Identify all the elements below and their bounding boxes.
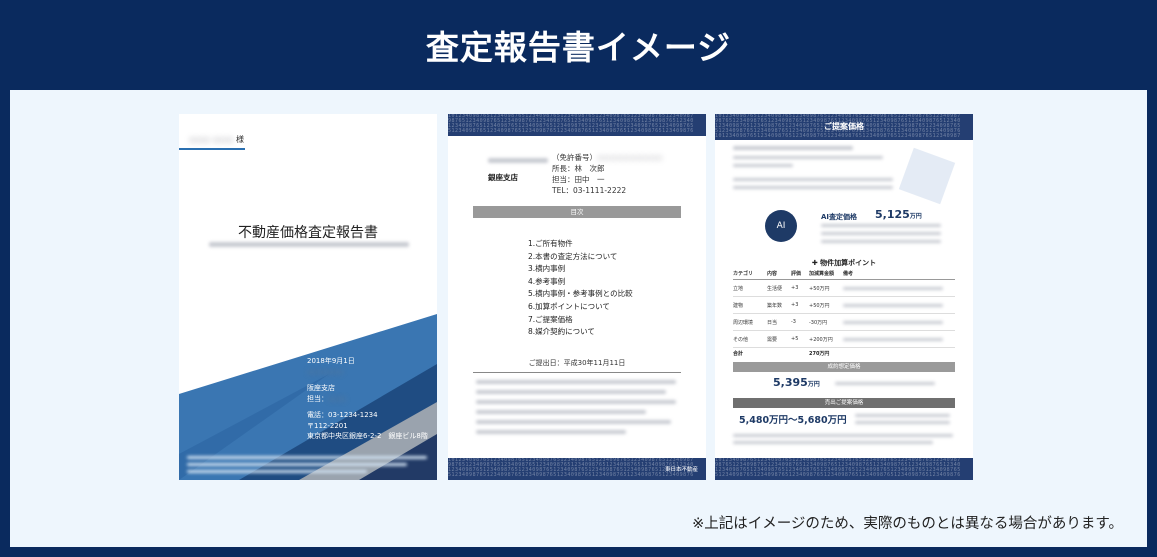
blurred-text	[476, 380, 676, 384]
toc-item: 2.本書の査定方法について	[528, 251, 618, 261]
blurred-text	[821, 240, 941, 243]
toc-license: （免許番号）○○○○○○○○○○	[552, 153, 663, 162]
blurred-text	[843, 303, 943, 307]
toc-item: 1.ご所有物件	[528, 239, 573, 248]
toc-submit-date: ご提出日：平成30年11月11日	[528, 359, 626, 367]
cover-branch: 阪座支店	[307, 384, 335, 392]
table-cell: 周辺環境	[733, 319, 754, 326]
blurred-text	[821, 232, 941, 235]
blurred-subtitle	[209, 242, 409, 247]
cover-date: 2018年9月1日	[307, 357, 355, 365]
add-points-table: 立地 生活便 +3 +50万円 建物 築年数 +3 +50万円 周辺環境 日当 -3 -30万円 その他…	[733, 280, 955, 348]
blurred-company	[488, 158, 548, 163]
blurred-text	[733, 186, 893, 189]
blurred-name: ○○○○○○	[307, 367, 344, 376]
blurred-text	[733, 156, 883, 159]
table-cell: +3	[791, 285, 799, 291]
table-cell: 需要	[767, 336, 778, 343]
blurred-footnote	[187, 463, 407, 466]
cover-address: 東京都中央区銀座6-2-2 銀座ビル8階	[307, 432, 428, 440]
table-row: その他 需要 +5 +200万円	[733, 331, 955, 348]
blurred-text	[733, 434, 953, 437]
toc-tel: TEL：03-1111-2222	[552, 186, 627, 195]
table-row: 建物 築年数 +3 +50万円	[733, 297, 955, 314]
table-row: 立地 生活便 +3 +50万円	[733, 280, 955, 297]
footer-strip: 1012340987651234098765123409876512340987…	[715, 458, 973, 480]
toc-staff: 担当：田中 一	[552, 175, 605, 184]
table-cell: +50万円	[809, 302, 830, 309]
proposal-heading: ご提案価格	[824, 122, 864, 131]
contract-price: 5,395万円	[773, 376, 820, 389]
cover-tel: 電話：03-1234-1234	[307, 411, 378, 419]
blurred-text	[855, 421, 950, 424]
add-points-title: ✚ 物件加算ポイント	[811, 259, 877, 267]
blurred-text	[821, 224, 941, 227]
table-cell: +5	[791, 336, 799, 342]
blurred-text	[843, 320, 943, 324]
table-cell: +3	[791, 302, 799, 308]
contract-label: 成約想定価格	[733, 362, 955, 372]
blurred-text	[733, 178, 893, 181]
offer-price: 5,480万円〜5,680万円	[739, 415, 847, 426]
toc-list: 1.ご所有物件 2.本書の査定方法について 3.横内事例 4.参考事例 5.横内事例・参…	[528, 238, 633, 339]
toc-footer: 東日本不動産	[664, 467, 698, 473]
divider	[473, 372, 681, 373]
blurred-text	[476, 410, 646, 414]
table-header: カテゴリ 内容 評価 加減算金額 備考	[733, 270, 955, 280]
content-panel: ○○○ ○○○ 様 不動産価格査定報告書 2018年9月1日 ○○○○○○ 阪座…	[10, 90, 1147, 547]
blurred-footnote	[187, 470, 367, 473]
blurred-text	[843, 286, 943, 290]
blurred-text	[733, 164, 793, 167]
proposal-page: 1012340987651234098765123409876512340987…	[715, 114, 973, 480]
blurred-text	[476, 430, 626, 434]
blurred-text	[835, 382, 935, 385]
toc-branch: 銀座支店	[488, 173, 518, 182]
table-row: 周辺環境 日当 -3 -30万円	[733, 314, 955, 331]
ai-label: AI査定価格	[821, 213, 858, 221]
blurred-text	[476, 400, 676, 404]
toc-item: 5.横内事例・参考事例との比較	[528, 289, 633, 299]
table-cell: 建物	[733, 302, 744, 309]
header-strip: 1012340987651234098765123409876512340987…	[448, 114, 706, 136]
toc-item: 8.媒介契約について	[528, 327, 595, 337]
frame: 査定報告書イメージ ○○○ ○○○ 様 不動産価格査定報告書 2018年9月1日…	[0, 0, 1157, 557]
cover-salutation-line: ○○○ ○○○ 様	[189, 135, 244, 144]
cover-postal: 〒112-2201	[307, 421, 348, 430]
toc-page: 1012340987651234098765123409876512340987…	[448, 114, 706, 480]
table-cell: +200万円	[809, 336, 833, 343]
table-cell: -30万円	[809, 319, 828, 326]
blurred-text	[733, 146, 853, 150]
table-cell: 立地	[733, 285, 744, 292]
building-image	[898, 147, 956, 205]
divider	[179, 148, 245, 150]
toc-item: 7.ご提案価格	[528, 314, 573, 324]
blurred-text	[843, 337, 943, 341]
toc-item: 6.加算ポイントについて	[528, 301, 610, 311]
table-cell: 築年数	[767, 302, 783, 309]
blurred-text	[476, 390, 666, 394]
table-cell: その他	[733, 336, 749, 343]
blurred-footnote	[187, 456, 427, 459]
toc-item: 4.参考事例	[528, 276, 566, 286]
page-title: 査定報告書イメージ	[425, 28, 732, 67]
disclaimer-note: ※上記はイメージのため、実際のものとは異なる場合があります。	[692, 516, 1123, 532]
blurred-text	[476, 420, 671, 424]
ai-price: 5,125万円	[875, 208, 922, 221]
total-row: 合計 270万円	[733, 351, 830, 357]
ai-badge: AI	[765, 210, 797, 242]
cover-page: ○○○ ○○○ 様 不動産価格査定報告書 2018年9月1日 ○○○○○○ 阪座…	[179, 114, 437, 480]
cover-staff: 担当：○○○	[307, 394, 347, 403]
toc-heading: 目次	[473, 206, 681, 218]
table-cell: -3	[791, 319, 796, 325]
blurred-text	[855, 414, 950, 417]
blurred-text	[733, 441, 933, 444]
header: 査定報告書イメージ	[0, 0, 1157, 90]
cover-doc-title: 不動産価格査定報告書	[238, 225, 378, 241]
toc-item: 3.横内事例	[528, 264, 566, 274]
table-cell: +50万円	[809, 285, 830, 292]
table-cell: 日当	[767, 319, 778, 326]
table-cell: 生活便	[767, 285, 783, 292]
toc-manager: 所長：林 次郎	[552, 164, 605, 173]
offer-label: 売出ご提案価格	[733, 398, 955, 408]
